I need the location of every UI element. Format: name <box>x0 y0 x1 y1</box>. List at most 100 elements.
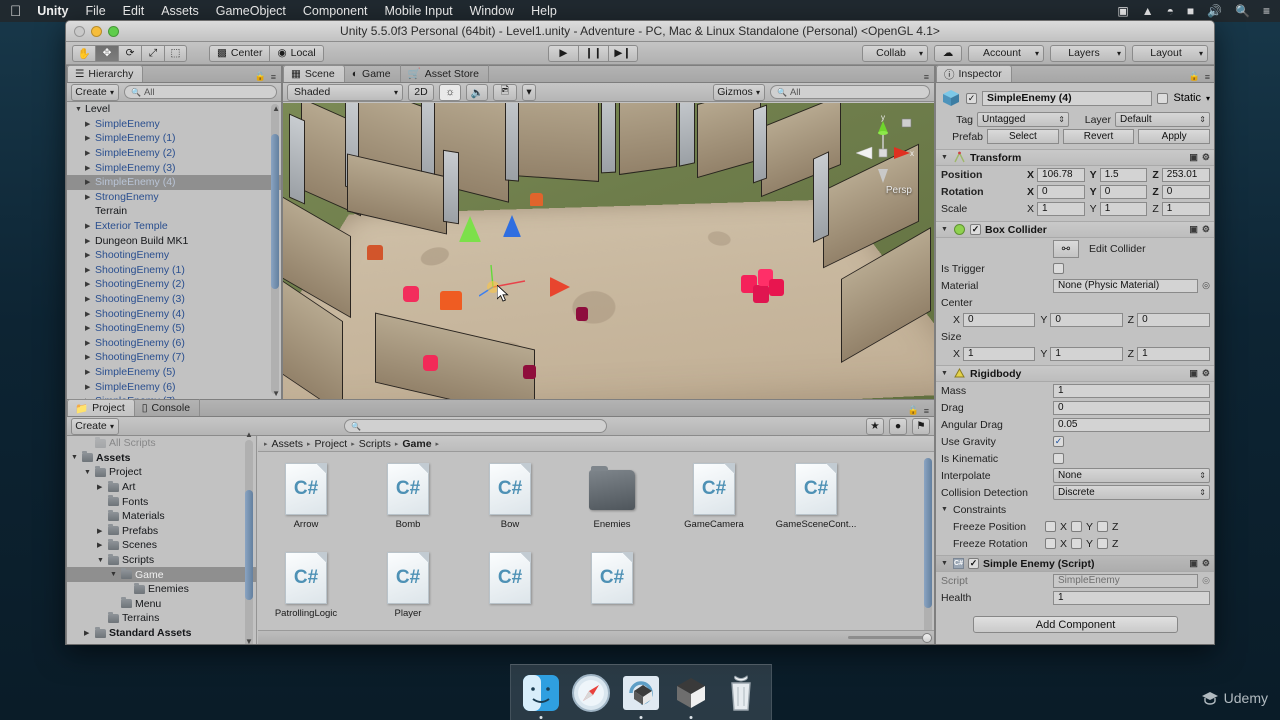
collider-size-vector[interactable]: X1 Y1 Z1 <box>953 346 1210 361</box>
battery-icon[interactable]: ■ <box>1187 4 1194 18</box>
project-tree-item[interactable]: Fonts <box>67 494 256 509</box>
foldout-arrow-icon[interactable]: ▶ <box>85 383 95 391</box>
project-tree-item[interactable]: ▶ Art <box>67 480 256 495</box>
size-z-field[interactable]: 1 <box>1137 346 1210 361</box>
enemy-pawn-darkred[interactable] <box>576 307 588 321</box>
pivot-handle-toggles[interactable]: ▩ Center ◉ Local <box>209 44 324 62</box>
project-folder-tree[interactable]: All Scripts ▼ Assets ▼ Project ▶ Art Fonts Mater… <box>67 436 257 644</box>
foldout-icon[interactable]: ▼ <box>941 226 949 233</box>
foldout-arrow-icon[interactable]: ▶ <box>85 324 95 332</box>
foldout-arrow-icon[interactable]: ▶ <box>97 483 105 491</box>
volume-icon[interactable]: 🔊 <box>1207 4 1222 18</box>
project-tree-scrollbar-thumb[interactable] <box>245 490 253 600</box>
foldout-arrow-icon[interactable]: ▶ <box>85 353 95 361</box>
hierarchy-item[interactable]: ▶ SimpleEnemy (6) <box>67 379 281 394</box>
trash-icon[interactable] <box>721 673 761 713</box>
asset-grid-scrollbar-thumb[interactable] <box>924 458 932 608</box>
asset-item[interactable]: C# <box>586 552 638 619</box>
menu-item-component[interactable]: Component <box>303 4 368 18</box>
center-y-field[interactable]: 0 <box>1050 312 1123 327</box>
finder-icon[interactable] <box>521 673 561 719</box>
drag-field[interactable]: 0 <box>1053 400 1210 415</box>
component-actions[interactable]: ▣ ⚙ <box>1189 368 1210 379</box>
help-icon[interactable]: ▣ <box>1189 368 1198 379</box>
use-gravity-checkbox[interactable]: ✓ <box>1053 436 1064 447</box>
hierarchy-item[interactable]: ▼ Level <box>67 102 281 117</box>
filter-label-icon[interactable]: ⚑ <box>912 417 930 435</box>
scroll-down-arrow-icon[interactable]: ▼ <box>272 389 280 398</box>
lock-icon[interactable]: 🔒 <box>908 405 919 416</box>
scene-search-input[interactable]: 🔍 All <box>770 85 930 99</box>
menu-item-assets[interactable]: Assets <box>161 4 199 18</box>
scene-viewport[interactable]: y x Persp <box>283 103 934 400</box>
foldout-arrow-icon[interactable]: ▶ <box>85 310 95 318</box>
scroll-down-arrow-icon[interactable]: ▼ <box>245 637 253 644</box>
asset-item[interactable]: C# Arrow <box>280 463 332 530</box>
foldout-arrow-icon[interactable]: ▼ <box>75 106 85 113</box>
project-tree-item[interactable]: Menu <box>67 597 256 612</box>
freeze-position-x-checkbox[interactable] <box>1045 521 1056 532</box>
static-dropdown-icon[interactable]: ▾ <box>1206 94 1210 103</box>
scene-orientation-gizmo[interactable]: y x <box>850 113 916 189</box>
layers-button[interactable]: Layers <box>1050 44 1126 62</box>
project-tree-item[interactable]: ▼ Assets <box>67 451 256 466</box>
scale-y-field[interactable]: 1 <box>1099 201 1148 216</box>
transform-tools[interactable]: ✋ ✥ ⟳ ⤢ ⬚ <box>72 44 187 62</box>
component-header-simple-enemy-script[interactable]: ▼ C# ✓ Simple Enemy (Script) ▣ ⚙ <box>936 555 1214 572</box>
menu-item-gameobject[interactable]: GameObject <box>216 4 286 18</box>
object-picker-icon[interactable]: ◎ <box>1202 280 1210 291</box>
gear-icon[interactable]: ⚙ <box>1202 152 1210 163</box>
position-z-field[interactable]: 253.01 <box>1161 167 1211 182</box>
asset-item[interactable]: C# Bow <box>484 463 536 530</box>
lock-icon[interactable]: 🔒 <box>1189 71 1200 82</box>
hierarchy-tab-actions[interactable]: 🔒 ≡ <box>255 71 281 82</box>
list-icon[interactable]: ≡ <box>1263 4 1270 18</box>
breadcrumb[interactable]: ▸ Assets ▸ Project ▸ Scripts ▸ Game ▸ <box>258 436 934 452</box>
scale-x-field[interactable]: 1 <box>1037 201 1085 216</box>
minimize-window-button[interactable] <box>91 25 102 37</box>
panel-menu-icon[interactable]: ≡ <box>271 72 276 82</box>
is-kinematic-checkbox[interactable] <box>1053 453 1064 464</box>
object-name-field[interactable]: SimpleEnemy (4) <box>982 90 1153 106</box>
foldout-arrow-icon[interactable]: ▶ <box>85 164 95 172</box>
rotation-z-field[interactable]: 0 <box>1161 184 1211 199</box>
hierarchy-item[interactable]: ▶ ShootingEnemy (6) <box>67 336 281 351</box>
hierarchy-item[interactable]: ▶ ShootingEnemy <box>67 248 281 263</box>
component-header-transform[interactable]: ▼ Transform ▣ ⚙ <box>936 149 1214 166</box>
mac-dock[interactable] <box>510 664 772 720</box>
foldout-arrow-icon[interactable]: ▶ <box>85 237 95 245</box>
menu-item-edit[interactable]: Edit <box>123 4 145 18</box>
scroll-up-arrow-icon[interactable]: ▲ <box>245 430 253 439</box>
project-tree-item[interactable]: Terrains <box>67 611 256 626</box>
rotation-x-field[interactable]: 0 <box>1037 184 1085 199</box>
health-field[interactable]: 1 <box>1053 590 1210 605</box>
apple-logo-icon[interactable]:  <box>10 4 21 19</box>
hand-tool-icon[interactable]: ✋ <box>72 44 95 62</box>
panel-menu-icon[interactable]: ≡ <box>924 406 929 416</box>
hierarchy-item[interactable]: ▶ ShootingEnemy (4) <box>67 306 281 321</box>
enemy-pawn-blue[interactable] <box>503 215 521 237</box>
hierarchy-item[interactable]: ▶ Exterior Temple <box>67 219 281 234</box>
foldout-arrow-icon[interactable]: ▶ <box>85 266 95 274</box>
foldout-icon[interactable]: ▼ <box>941 560 949 567</box>
panel-menu-icon[interactable]: ≡ <box>924 72 929 82</box>
toggle-2d-button[interactable]: 2D <box>408 83 434 101</box>
hierarchy-item[interactable]: ▶ ShootingEnemy (1) <box>67 263 281 278</box>
component-actions[interactable]: ▣ ⚙ <box>1189 558 1210 569</box>
hierarchy-item[interactable]: ▶ SimpleEnemy (2) <box>67 146 281 161</box>
hierarchy-item[interactable]: ▶ SimpleEnemy (4) <box>67 174 281 190</box>
scene-audio-icon[interactable]: 🔈 <box>466 83 488 101</box>
rotate-tool-icon[interactable]: ⟳ <box>118 44 141 62</box>
enemy-pawn-orange[interactable] <box>367 245 383 260</box>
prefab-revert-button[interactable]: Revert <box>1062 129 1135 144</box>
hierarchy-item[interactable]: ▶ SimpleEnemy (1) <box>67 131 281 146</box>
asset-grid-scrollbar[interactable] <box>924 458 932 644</box>
tag-dropdown[interactable]: Untagged <box>977 112 1069 127</box>
playback-controls[interactable]: ▶ ❙❙ ▶❙ <box>547 44 638 62</box>
freeze-position-y-checkbox[interactable] <box>1071 521 1083 532</box>
scene-fx-dropdown-icon[interactable]: ▾ <box>522 83 536 101</box>
lock-icon[interactable]: 🔒 <box>255 71 266 82</box>
breadcrumb-scripts[interactable]: Scripts <box>359 438 391 450</box>
foldout-arrow-icon[interactable]: ▶ <box>85 280 95 288</box>
angular-drag-field[interactable]: 0.05 <box>1053 417 1210 432</box>
